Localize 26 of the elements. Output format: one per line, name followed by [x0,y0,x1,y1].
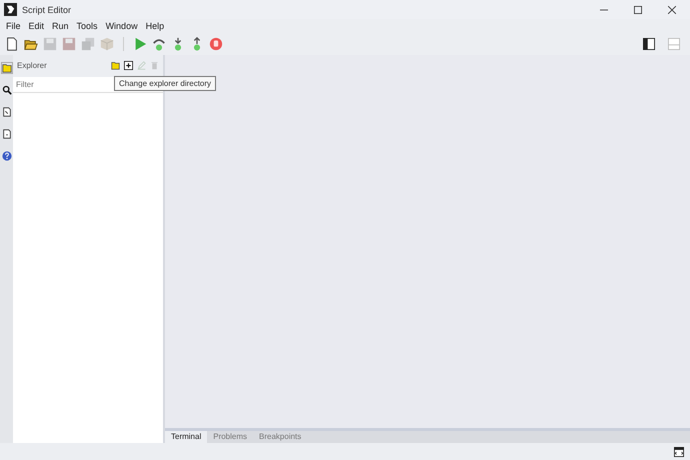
plus-icon[interactable] [124,60,133,70]
search-icon[interactable] [2,85,12,95]
menu-item[interactable]: Tools [76,21,98,31]
window-title: Script Editor [22,4,72,14]
new-icon[interactable] [5,37,19,51]
folder-icon[interactable] [2,63,12,73]
tooltip: Change explorer directory [114,76,216,91]
app-logo-icon [4,3,17,16]
stepover-icon[interactable] [152,37,166,51]
menu-item[interactable]: Run [52,21,69,31]
open-icon[interactable] [24,37,38,51]
side-panel-icon[interactable] [643,38,655,50]
menu-item[interactable]: Help [146,21,164,31]
tab[interactable]: Terminal [165,431,208,443]
folder-icon[interactable] [111,60,120,70]
document-icon[interactable] [2,129,12,139]
menu-item[interactable]: Edit [28,21,44,31]
panel-title: Explorer [17,60,48,70]
help-icon[interactable] [2,151,12,161]
stop-icon[interactable] [209,37,223,51]
menu-item[interactable]: Window [106,21,138,31]
document-icon[interactable] [2,107,12,117]
console-icon[interactable] [674,446,684,456]
menu-item[interactable]: File [6,21,21,31]
close-icon[interactable] [668,6,676,14]
maximize-icon[interactable] [634,6,642,14]
